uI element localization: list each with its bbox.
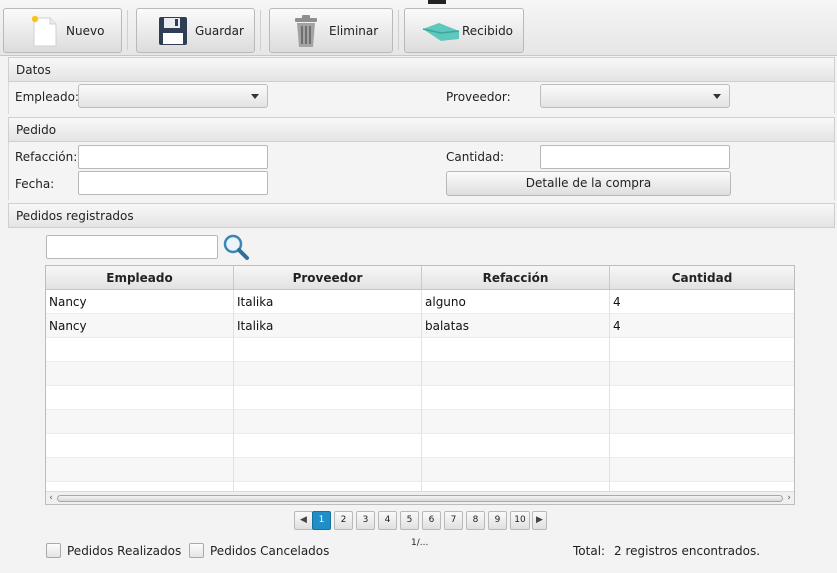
page-button-2[interactable]: 2 <box>334 511 353 530</box>
total-value: 2 registros encontrados. <box>614 544 761 558</box>
nuevo-label: Nuevo <box>66 24 105 38</box>
pedidos-realizados-label[interactable]: Pedidos Realizados <box>67 544 181 558</box>
proveedor-label: Proveedor: <box>446 90 511 104</box>
column-header-refaccion[interactable]: Refacción <box>422 266 610 290</box>
floppy-disk-icon <box>159 17 187 45</box>
new-document-icon <box>31 15 57 47</box>
page-button-10[interactable]: 10 <box>510 511 530 530</box>
toolbar: Nuevo Guardar Eliminar Recibido <box>0 0 837 56</box>
search-icon[interactable] <box>222 233 250 261</box>
window-title-fragment <box>428 0 446 4</box>
empleado-label: Empleado: <box>15 90 79 104</box>
pagination: ◀ 1 2 3 4 5 6 7 8 9 10 ▶ <box>294 511 547 530</box>
column-header-empleado[interactable]: Empleado <box>46 266 234 290</box>
cell-refaccion: alguno <box>422 290 610 314</box>
empty-row <box>46 338 794 362</box>
empty-row <box>46 386 794 410</box>
datos-title: Datos <box>16 63 51 77</box>
pedido-section-header: Pedido <box>8 117 835 142</box>
fecha-label: Fecha: <box>15 177 55 191</box>
cell-proveedor: Italika <box>234 314 422 338</box>
pedidos-table: Empleado Proveedor Refacción Cantidad Na… <box>45 265 795 505</box>
refaccion-input[interactable] <box>78 145 268 169</box>
toolbar-separator <box>260 10 261 50</box>
chevron-down-icon <box>251 94 259 99</box>
pedido-title: Pedido <box>16 123 57 137</box>
previous-page-icon[interactable]: ◀ <box>294 511 313 530</box>
page-button-3[interactable]: 3 <box>356 511 375 530</box>
trash-can-icon <box>295 15 317 47</box>
eliminar-button[interactable]: Eliminar <box>269 8 393 53</box>
table-header: Empleado Proveedor Refacción Cantidad <box>46 266 794 290</box>
page-button-7[interactable]: 7 <box>444 511 463 530</box>
next-page-icon[interactable]: ▶ <box>532 511 547 530</box>
pedidos-realizados-checkbox[interactable] <box>46 543 61 558</box>
proveedor-combobox[interactable] <box>540 84 730 108</box>
registrados-section-header: Pedidos registrados <box>8 203 835 228</box>
cell-cantidad: 4 <box>613 319 621 333</box>
page-button-1[interactable]: 1 <box>312 511 331 530</box>
empty-row <box>46 434 794 458</box>
cell-refaccion: balatas <box>422 314 610 338</box>
pedidos-cancelados-checkbox[interactable] <box>189 543 204 558</box>
page-button-4[interactable]: 4 <box>378 511 397 530</box>
scroll-left-icon[interactable]: ‹ <box>46 492 56 504</box>
scrollbar-thumb[interactable] <box>57 495 783 502</box>
toolbar-separator <box>398 10 399 50</box>
cell-empleado: Nancy <box>46 314 234 338</box>
cantidad-input[interactable] <box>540 145 730 169</box>
chevron-down-icon <box>713 94 721 99</box>
page-button-5[interactable]: 5 <box>400 511 419 530</box>
column-header-proveedor[interactable]: Proveedor <box>234 266 422 290</box>
page-button-8[interactable]: 8 <box>466 511 485 530</box>
recibido-button[interactable]: Recibido <box>404 8 524 53</box>
refaccion-label: Refacción: <box>15 150 78 164</box>
empty-row <box>46 458 794 482</box>
cell-proveedor: Italika <box>234 290 422 314</box>
empty-row <box>46 362 794 386</box>
datos-section-body: Empleado: Proveedor: <box>8 82 835 114</box>
empty-row <box>46 410 794 434</box>
eliminar-label: Eliminar <box>329 24 379 38</box>
toolbar-separator <box>127 10 128 50</box>
cell-empleado: Nancy <box>46 290 234 314</box>
detalle-compra-button[interactable]: Detalle de la compra <box>446 171 731 196</box>
pedidos-cancelados-label[interactable]: Pedidos Cancelados <box>210 544 329 558</box>
table-row[interactable]: Nancy Italika balatas 4 <box>46 314 794 338</box>
nuevo-button[interactable]: Nuevo <box>3 8 122 53</box>
guardar-button[interactable]: Guardar <box>136 8 255 53</box>
page-button-6[interactable]: 6 <box>422 511 441 530</box>
page-button-9[interactable]: 9 <box>488 511 507 530</box>
registrados-title: Pedidos registrados <box>16 209 134 223</box>
empleado-combobox[interactable] <box>78 84 268 108</box>
horizontal-scrollbar[interactable]: ‹ › <box>46 491 794 504</box>
page-indicator: 1/... <box>411 538 429 548</box>
received-icon <box>422 23 460 41</box>
fecha-input[interactable] <box>78 171 268 195</box>
guardar-label: Guardar <box>195 24 244 38</box>
column-header-cantidad[interactable]: Cantidad <box>610 266 794 290</box>
scroll-right-icon[interactable]: › <box>784 492 794 504</box>
pedido-section-body: Refacción: Cantidad: Fecha: Detalle de l… <box>8 142 835 200</box>
total-label: Total: <box>573 544 606 558</box>
search-input[interactable] <box>46 235 218 259</box>
cantidad-label: Cantidad: <box>446 150 505 164</box>
recibido-label: Recibido <box>462 24 514 38</box>
table-row[interactable]: Nancy Italika alguno 4 <box>46 290 794 314</box>
datos-section-header: Datos <box>8 57 835 82</box>
cell-cantidad: 4 <box>613 295 621 309</box>
